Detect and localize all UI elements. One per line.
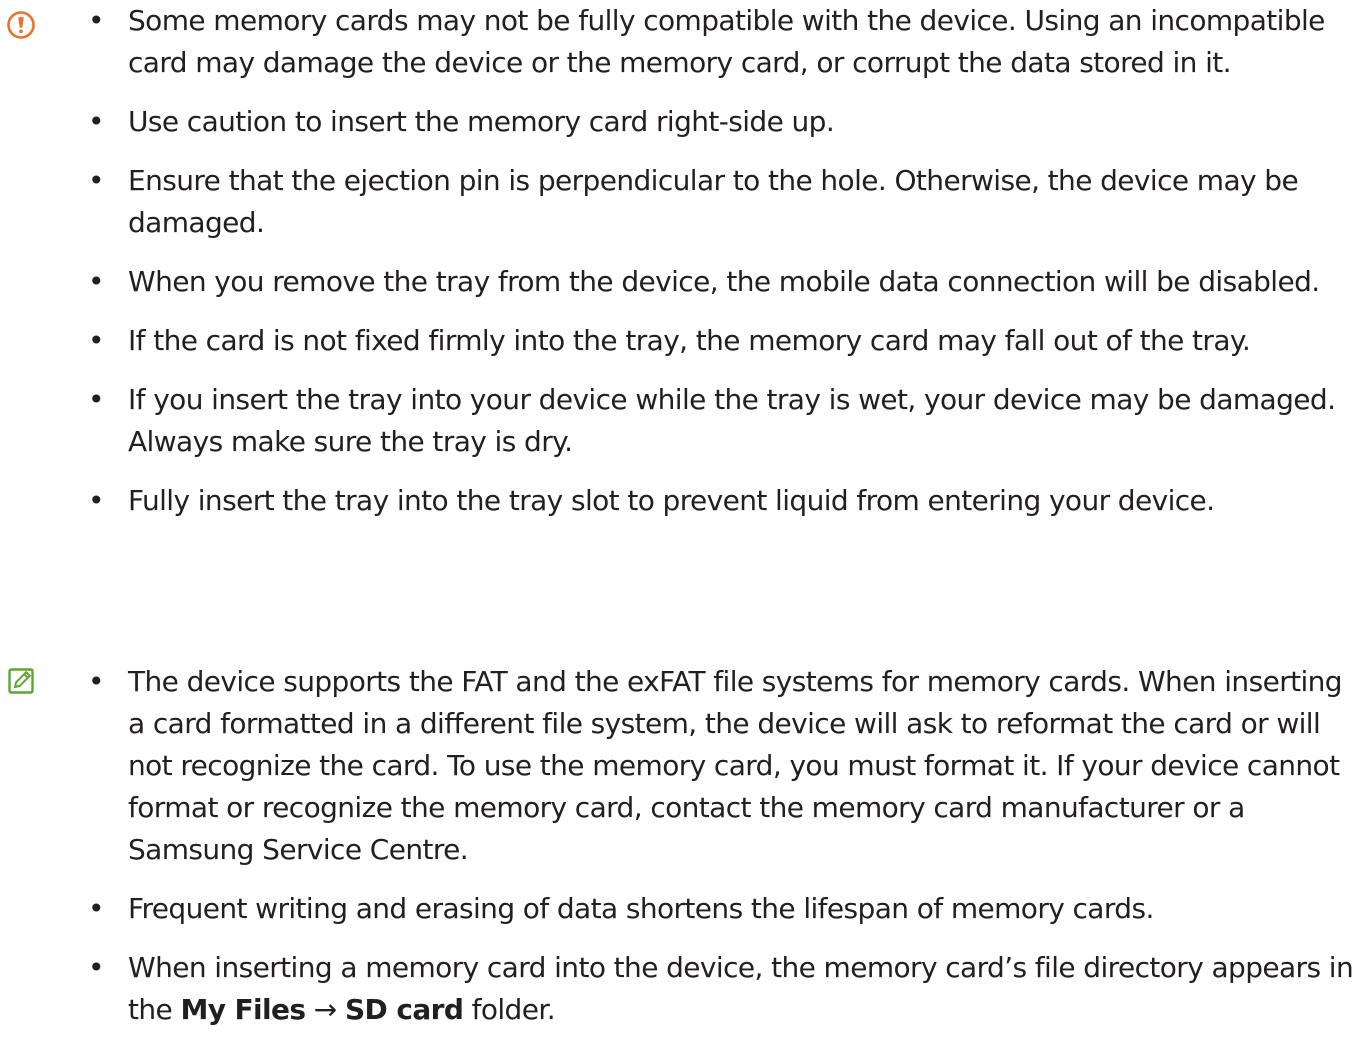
caution-list: • Some memory cards may not be fully comp… — [88, 0, 1356, 539]
list-item: • The device supports the FAT and the exF… — [88, 661, 1356, 871]
sd-card-label: SD card — [344, 993, 464, 1026]
list-item-text: Frequent writing and erasing of data sho… — [128, 892, 1154, 925]
list-item-text: The device supports the FAT and the exFA… — [128, 665, 1343, 866]
list-item-text: When you remove the tray from the device… — [128, 265, 1320, 298]
list-item: • Some memory cards may not be fully comp… — [88, 0, 1356, 84]
bullet-dot: • — [88, 484, 105, 517]
bullet-dot: • — [88, 665, 105, 698]
note-list: • The device supports the FAT and the exF… — [88, 661, 1356, 1048]
list-item-text: If you insert the tray into your device … — [128, 383, 1336, 458]
list-item: • Fully insert the tray into the tray slo… — [88, 480, 1356, 522]
list-item-text: If the card is not fixed firmly into the… — [128, 324, 1251, 357]
bullet-dot: • — [88, 164, 105, 197]
bullet-dot: • — [88, 105, 105, 138]
arrow-separator: → — [305, 993, 345, 1026]
list-item: • If you insert the tray into your device… — [88, 379, 1356, 463]
my-files-label: My Files — [180, 993, 306, 1026]
text-suffix: folder. — [463, 993, 556, 1026]
list-item: • When inserting a memory card into the d… — [88, 947, 1356, 1031]
list-item-text: Use caution to insert the memory card ri… — [128, 105, 835, 138]
list-item-text: Some memory cards may not be fully compa… — [128, 4, 1325, 79]
caution-exclamation-icon — [7, 11, 35, 39]
list-item: • Frequent writing and erasing of data sh… — [88, 888, 1356, 930]
list-item: • When you remove the tray from the devic… — [88, 261, 1356, 303]
bullet-dot: • — [88, 951, 105, 984]
bullet-dot: • — [88, 265, 105, 298]
list-item-text: When inserting a memory card into the de… — [128, 951, 1354, 1026]
bullet-dot: • — [88, 383, 105, 416]
note-pencil-icon — [8, 668, 34, 694]
list-item: • Ensure that the ejection pin is perpend… — [88, 160, 1356, 244]
list-item: • Use caution to insert the memory card r… — [88, 101, 1356, 143]
list-item: • If the card is not fixed firmly into th… — [88, 320, 1356, 362]
bullet-dot: • — [88, 4, 105, 37]
bullet-dot: • — [88, 892, 105, 925]
list-item-text: Ensure that the ejection pin is perpendi… — [128, 164, 1299, 239]
bullet-dot: • — [88, 324, 105, 357]
list-item-text: Fully insert the tray into the tray slot… — [128, 484, 1215, 517]
